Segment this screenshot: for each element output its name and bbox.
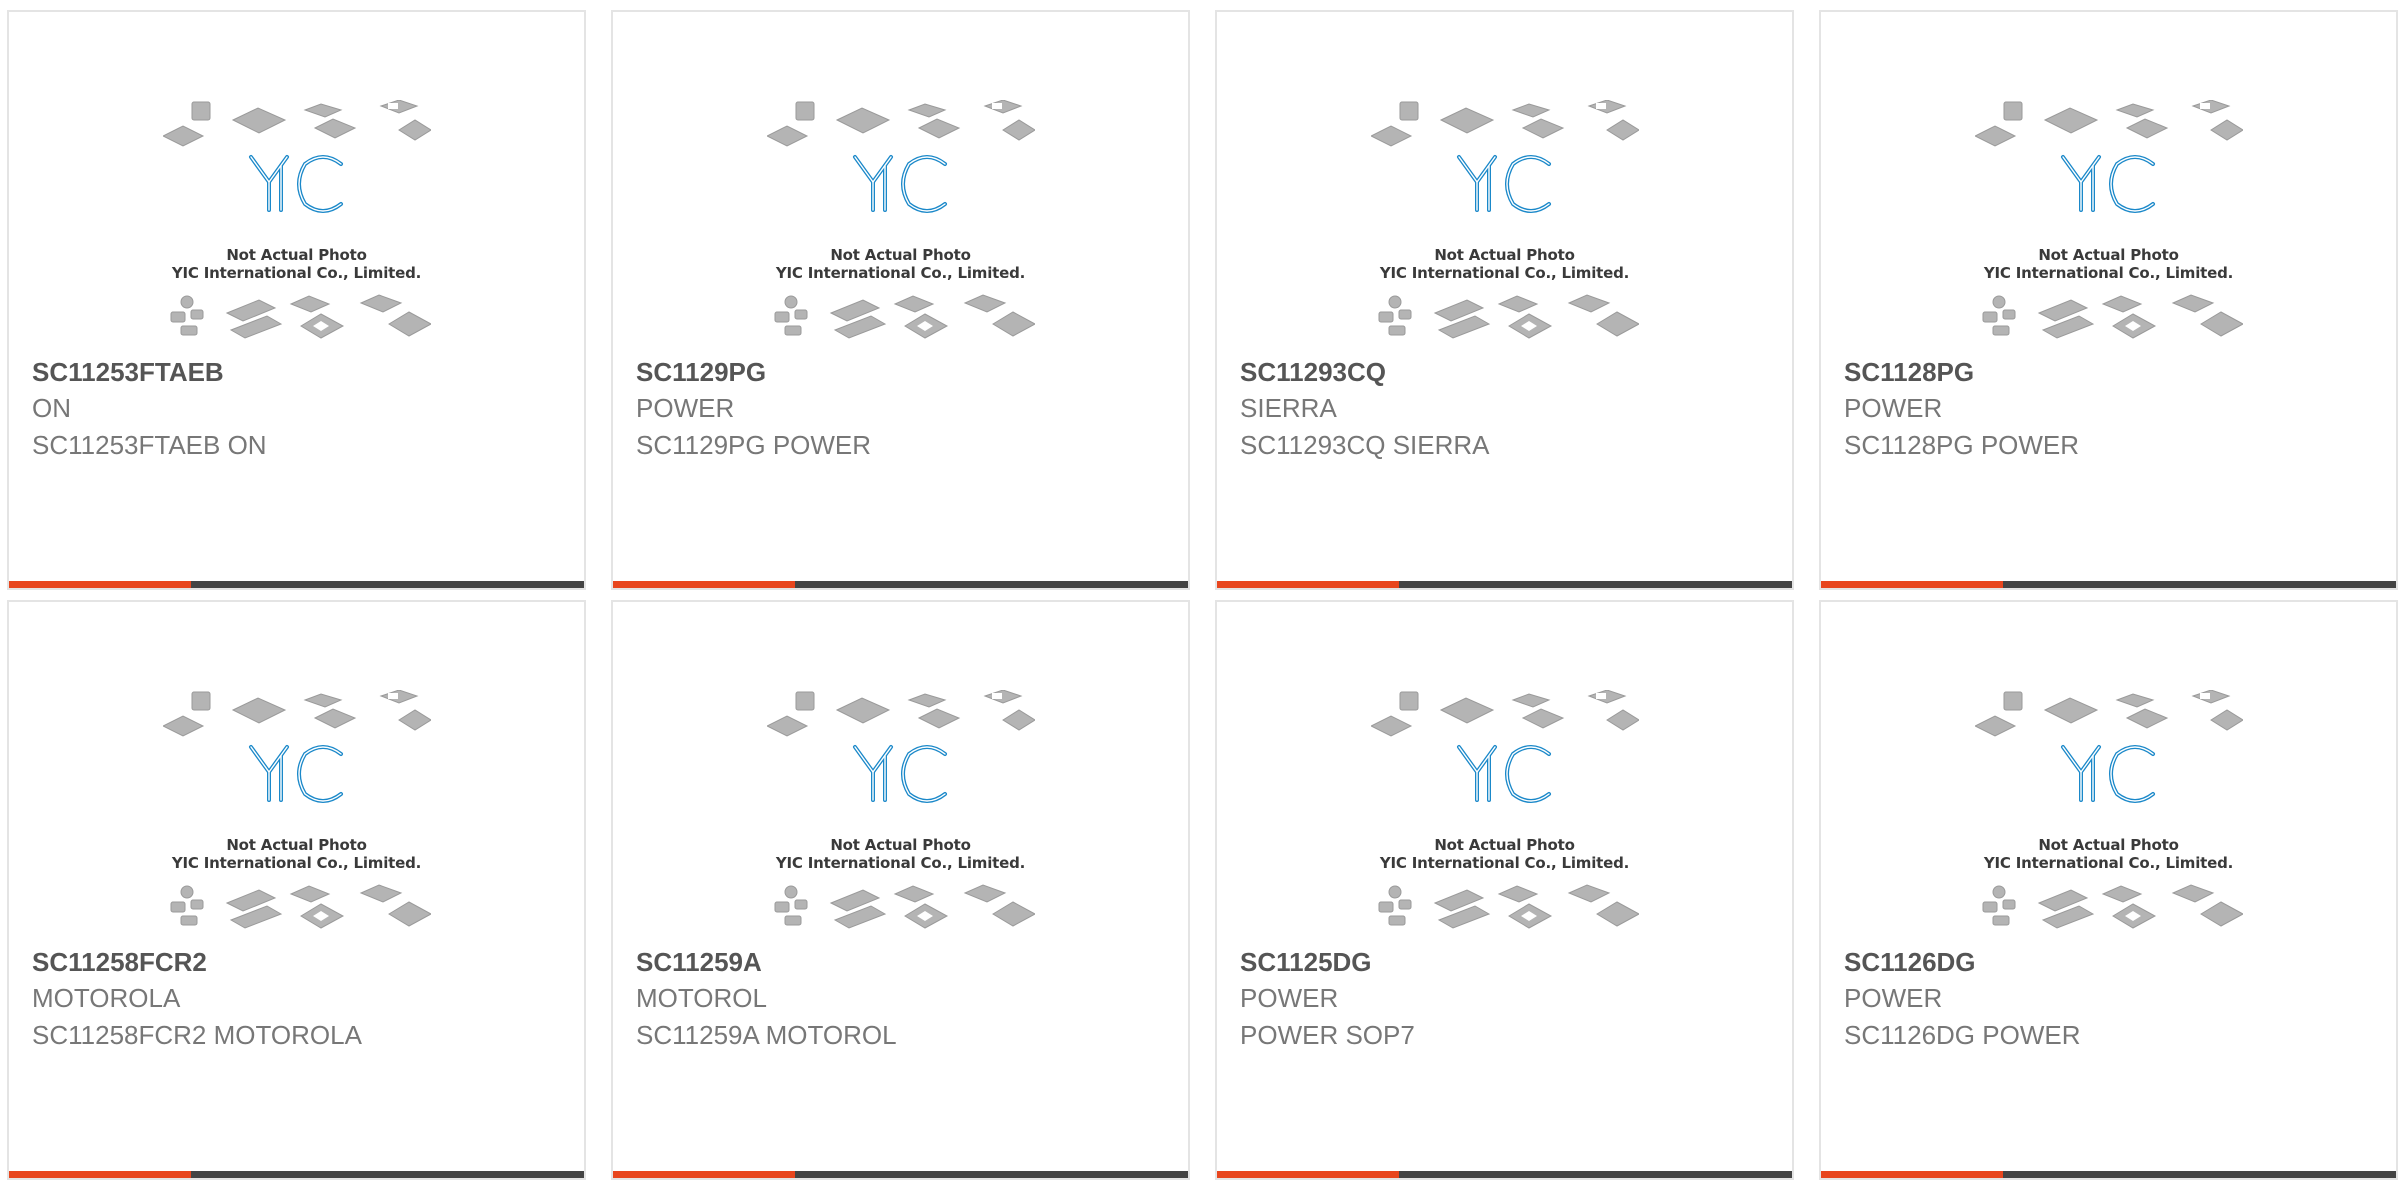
product-part-number[interactable]: SC1128PG xyxy=(1844,354,2079,390)
product-brand: POWER xyxy=(1240,983,1339,1013)
card-accent-bar xyxy=(1217,581,1792,588)
product-thumbnail[interactable]: Not Actual Photo YIC International Co., … xyxy=(1370,690,1639,940)
product-card[interactable]: Not Actual Photo YIC International Co., … xyxy=(611,10,1190,590)
product-info: SC11258FCR2 MOTOROLA SC11258FCR2 MOTOROL… xyxy=(32,944,362,1054)
thumbnail-caption-line2: YIC International Co., Limited. xyxy=(171,854,422,872)
product-brand: ON xyxy=(32,393,71,423)
product-description: SC1128PG POWER xyxy=(1844,430,2080,460)
product-brand: POWER xyxy=(1844,393,1943,423)
accent-dark-segment xyxy=(795,581,1188,588)
product-thumbnail[interactable]: Not Actual Photo YIC International Co., … xyxy=(1974,100,2243,350)
thumbnail-caption-line1: Not Actual Photo xyxy=(1434,246,1575,264)
product-thumbnail[interactable]: Not Actual Photo YIC International Co., … xyxy=(1370,100,1639,350)
card-accent-bar xyxy=(1217,1171,1792,1178)
product-part-number[interactable]: SC11253FTAEB xyxy=(32,354,267,390)
thumbnail-caption-line1: Not Actual Photo xyxy=(830,246,971,264)
product-info: SC11293CQ SIERRA SC11293CQ SIERRA xyxy=(1240,354,1490,464)
accent-orange-segment xyxy=(9,1171,191,1178)
thumbnail-caption-line2: YIC International Co., Limited. xyxy=(1379,854,1630,872)
thumbnail-caption-line2: YIC International Co., Limited. xyxy=(775,264,1026,282)
accent-dark-segment xyxy=(2003,1171,2396,1178)
accent-dark-segment xyxy=(1399,1171,1792,1178)
card-accent-bar xyxy=(1821,1171,2396,1178)
product-info: SC1128PG POWER SC1128PG POWER xyxy=(1844,354,2079,464)
product-description: POWER SOP7 xyxy=(1240,1020,1415,1050)
thumbnail-caption-line1: Not Actual Photo xyxy=(2038,246,2179,264)
product-info: SC1129PG POWER SC1129PG POWER xyxy=(636,354,871,464)
chip-collage-icon xyxy=(1974,100,2243,339)
accent-orange-segment xyxy=(1821,1171,2003,1178)
product-card[interactable]: Not Actual Photo YIC International Co., … xyxy=(1819,10,2398,590)
product-card[interactable]: Not Actual Photo YIC International Co., … xyxy=(1819,600,2398,1180)
chip-collage-icon xyxy=(1370,690,1639,929)
product-part-number[interactable]: SC1129PG xyxy=(636,354,871,390)
chip-collage-icon xyxy=(1370,100,1639,339)
thumbnail-caption-line1: Not Actual Photo xyxy=(830,836,971,854)
product-brand: SIERRA xyxy=(1240,393,1337,423)
thumbnail-caption-line2: YIC International Co., Limited. xyxy=(1983,264,2234,282)
accent-orange-segment xyxy=(9,581,191,588)
product-description: SC11253FTAEB ON xyxy=(32,430,267,460)
accent-orange-segment xyxy=(1821,581,2003,588)
accent-dark-segment xyxy=(795,1171,1188,1178)
product-part-number[interactable]: SC1125DG xyxy=(1240,944,1415,980)
product-brand: POWER xyxy=(636,393,735,423)
thumbnail-caption-line1: Not Actual Photo xyxy=(1434,836,1575,854)
product-card[interactable]: Not Actual Photo YIC International Co., … xyxy=(1215,10,1794,590)
chip-collage-icon xyxy=(1974,690,2243,929)
card-accent-bar xyxy=(9,581,584,588)
product-grid: Not Actual Photo YIC International Co., … xyxy=(7,10,2398,1180)
product-thumbnail[interactable]: Not Actual Photo YIC International Co., … xyxy=(766,690,1035,940)
product-thumbnail[interactable]: Not Actual Photo YIC International Co., … xyxy=(162,690,431,940)
thumbnail-caption-line2: YIC International Co., Limited. xyxy=(1983,854,2234,872)
card-accent-bar xyxy=(9,1171,584,1178)
product-part-number[interactable]: SC11293CQ xyxy=(1240,354,1490,390)
product-description: SC1126DG POWER xyxy=(1844,1020,2081,1050)
product-info: SC11259A MOTOROL SC11259A MOTOROL xyxy=(636,944,897,1054)
product-part-number[interactable]: SC1126DG xyxy=(1844,944,2080,980)
thumbnail-caption-line2: YIC International Co., Limited. xyxy=(171,264,422,282)
chip-collage-icon xyxy=(162,100,431,339)
product-brand: POWER xyxy=(1844,983,1943,1013)
product-brand: MOTOROLA xyxy=(32,983,181,1013)
chip-collage-icon xyxy=(766,690,1035,929)
thumbnail-caption-line2: YIC International Co., Limited. xyxy=(775,854,1026,872)
product-description: SC11259A MOTOROL xyxy=(636,1020,897,1050)
chip-collage-icon xyxy=(162,690,431,929)
product-thumbnail[interactable]: Not Actual Photo YIC International Co., … xyxy=(1974,690,2243,940)
accent-orange-segment xyxy=(613,581,795,588)
card-accent-bar xyxy=(613,1171,1188,1178)
accent-dark-segment xyxy=(191,581,584,588)
accent-orange-segment xyxy=(1217,581,1399,588)
product-info: SC1126DG POWER SC1126DG POWER xyxy=(1844,944,2080,1054)
thumbnail-caption-line2: YIC International Co., Limited. xyxy=(1379,264,1630,282)
product-card[interactable]: Not Actual Photo YIC International Co., … xyxy=(1215,600,1794,1180)
product-part-number[interactable]: SC11259A xyxy=(636,944,897,980)
accent-dark-segment xyxy=(1399,581,1792,588)
card-accent-bar xyxy=(1821,581,2396,588)
product-description: SC11258FCR2 MOTOROLA xyxy=(32,1020,362,1050)
product-brand: MOTOROL xyxy=(636,983,767,1013)
product-card[interactable]: Not Actual Photo YIC International Co., … xyxy=(7,600,586,1180)
product-thumbnail[interactable]: Not Actual Photo YIC International Co., … xyxy=(162,100,431,350)
accent-orange-segment xyxy=(1217,1171,1399,1178)
product-thumbnail[interactable]: Not Actual Photo YIC International Co., … xyxy=(766,100,1035,350)
product-description: SC1129PG POWER xyxy=(636,430,872,460)
product-info: SC11253FTAEB ON SC11253FTAEB ON xyxy=(32,354,267,464)
product-description: SC11293CQ SIERRA xyxy=(1240,430,1490,460)
chip-collage-icon xyxy=(766,100,1035,339)
accent-dark-segment xyxy=(191,1171,584,1178)
product-card[interactable]: Not Actual Photo YIC International Co., … xyxy=(7,10,586,590)
product-info: SC1125DG POWER POWER SOP7 xyxy=(1240,944,1415,1054)
product-part-number[interactable]: SC11258FCR2 xyxy=(32,944,362,980)
product-card[interactable]: Not Actual Photo YIC International Co., … xyxy=(611,600,1190,1180)
card-accent-bar xyxy=(613,581,1188,588)
thumbnail-caption-line1: Not Actual Photo xyxy=(226,836,367,854)
accent-dark-segment xyxy=(2003,581,2396,588)
accent-orange-segment xyxy=(613,1171,795,1178)
thumbnail-caption-line1: Not Actual Photo xyxy=(2038,836,2179,854)
thumbnail-caption-line1: Not Actual Photo xyxy=(226,246,367,264)
